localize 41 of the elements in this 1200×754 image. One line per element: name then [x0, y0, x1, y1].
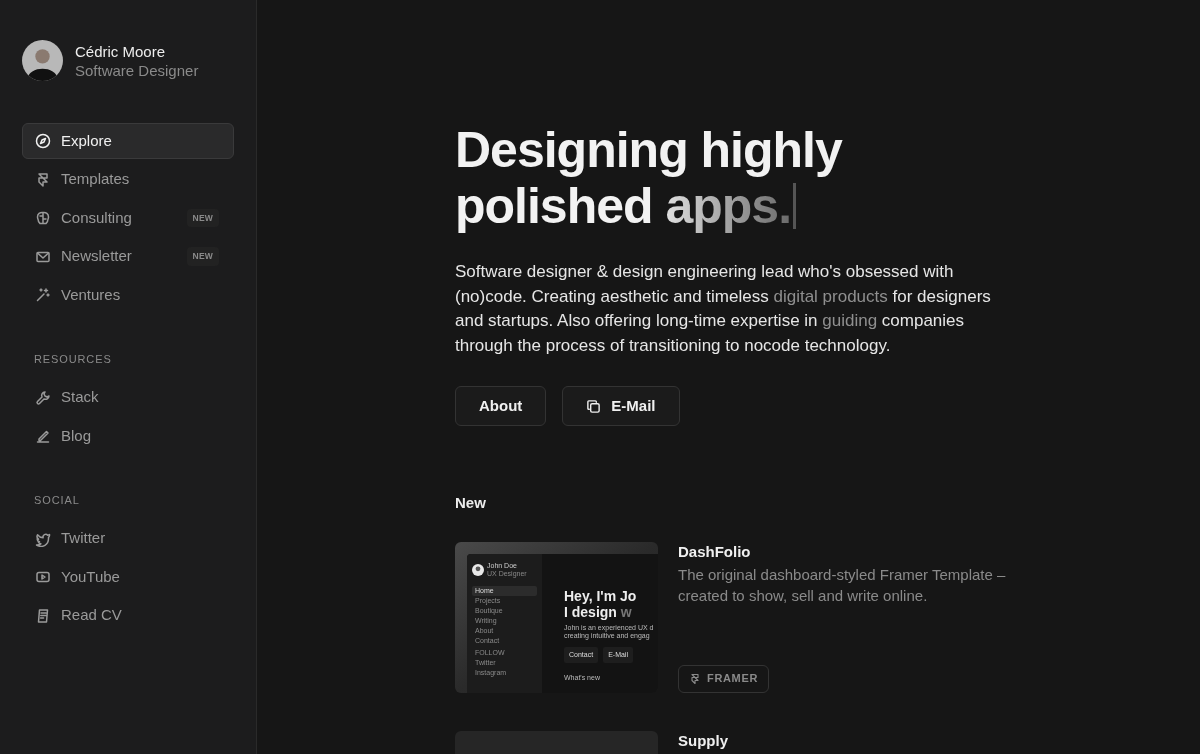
nav-item[interactable]: Blog: [22, 418, 234, 454]
intro-paragraph: Software designer & design engineering lead who's obsessed with (no)code. Creating aesthetic and timeless digital products for designers and startups. Also offering long-time expertise in guiding companies through the process of transitioning to nocode technology.: [455, 261, 992, 357]
nav-item[interactable]: Ventures: [22, 277, 234, 313]
new-badge: NEW: [186, 247, 219, 266]
framer-icon: [35, 171, 51, 188]
new-badge: NEW: [186, 208, 219, 228]
magic-wand-icon: [35, 287, 51, 303]
headline: Designing highly polished apps.: [455, 122, 844, 234]
about-button[interactable]: About: [455, 386, 547, 426]
document-icon: [35, 607, 51, 624]
nav-item[interactable]: Read CV: [22, 597, 234, 634]
profile-name: Cédric Moore: [75, 41, 167, 61]
product-description: The original dashboard-styled Framer Template – created to show, sell and write online.: [678, 564, 1007, 606]
nav-item[interactable]: Templates: [22, 161, 234, 198]
framer-tag: FRAMER: [678, 664, 769, 693]
text-link[interactable]: guiding: [822, 311, 878, 330]
framer-icon: [689, 672, 701, 685]
nav-item[interactable]: Consulting NEW: [22, 200, 234, 236]
avatar: [472, 563, 484, 576]
headline: Hey, I'm Jo I design w: [564, 587, 638, 620]
product-title: Supply: [678, 731, 729, 750]
copy-icon: [586, 398, 602, 414]
section-heading: SOCIAL: [33, 493, 81, 508]
text-link[interactable]: digital products: [773, 286, 888, 306]
email-button[interactable]: E-Mail: [562, 386, 680, 426]
brain-icon: [35, 210, 51, 226]
section-heading: RESOURCES: [33, 352, 113, 367]
compass-icon: [35, 133, 51, 149]
section-heading: New: [455, 493, 487, 513]
nav-item[interactable]: Explore: [22, 123, 234, 159]
nav-item[interactable]: Stack: [22, 379, 234, 416]
product-title: DashFolio: [678, 542, 752, 561]
text-cursor: [793, 183, 797, 229]
wrench-icon: [35, 389, 51, 406]
nav-item[interactable]: YouTube: [22, 559, 234, 595]
profile-role: Software Designer: [75, 60, 199, 80]
avatar: [22, 40, 63, 81]
pencil-icon: [35, 428, 51, 444]
video-play-icon: [35, 569, 51, 585]
nav-item[interactable]: Newsletter NEW: [22, 238, 234, 275]
nav-item[interactable]: Twitter: [22, 520, 234, 557]
